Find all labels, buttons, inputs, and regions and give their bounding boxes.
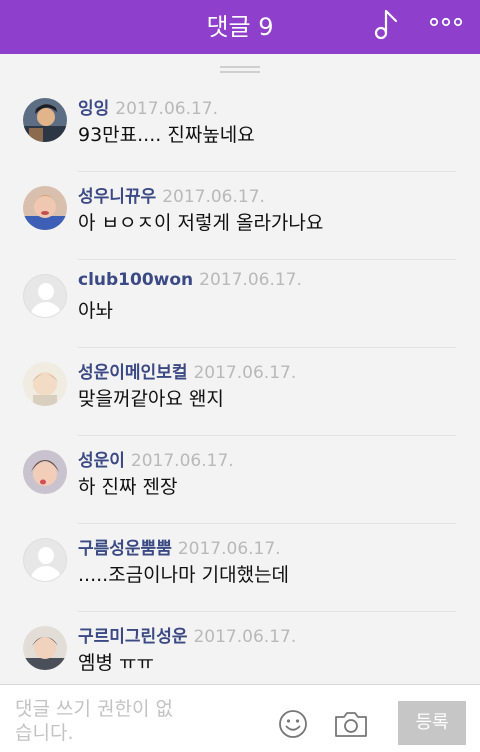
header-bar: 댓글 9: [0, 0, 480, 54]
comment-author[interactable]: 잉잉: [78, 99, 109, 119]
comment-text: 아 ㅂㅇㅈ이 저렇게 올라가나요: [78, 212, 324, 234]
comment-date: 2017.06.17.: [199, 270, 302, 290]
comment-input[interactable]: 댓글 쓰기 권한이 없습니다.: [15, 697, 175, 745]
camera-icon[interactable]: [334, 710, 368, 738]
comment-text: 맞을꺼같아요 왠지: [78, 388, 224, 410]
comment-text: 옘병 ㅠㅠ: [78, 652, 154, 674]
comment-author[interactable]: club100won: [78, 270, 193, 290]
comment-date: 2017.06.17.: [162, 187, 265, 207]
comment-item: 성우니뀨우 2017.06.17. 아 ㅂㅇㅈ이 저렇게 올라가나요: [0, 172, 480, 260]
avatar[interactable]: [23, 362, 67, 406]
comment-author[interactable]: 성운이메인보컬: [78, 363, 187, 383]
comment-text: 하 진짜 젠장: [78, 476, 178, 498]
comment-text: .....조금이나마 기대했는데: [78, 564, 290, 586]
avatar[interactable]: [23, 450, 67, 494]
comment-author[interactable]: 성운이: [78, 451, 125, 471]
comment-date: 2017.06.17.: [115, 99, 219, 119]
comment-author[interactable]: 구름성운뿜뿜: [78, 539, 172, 559]
comment-input-bar: 댓글 쓰기 권한이 없습니다. 등록: [0, 684, 480, 752]
submit-button[interactable]: 등록: [398, 701, 466, 745]
avatar[interactable]: [23, 186, 67, 230]
avatar[interactable]: [23, 98, 67, 142]
default-avatar-icon[interactable]: [23, 538, 67, 582]
comment-item: club100won 2017.06.17. 아놔: [0, 260, 480, 348]
avatar[interactable]: [23, 626, 67, 670]
comment-item: 구름성운뿜뿜 2017.06.17. .....조금이나마 기대했는데: [0, 524, 480, 612]
smiley-icon[interactable]: [278, 709, 308, 739]
drag-handle[interactable]: [220, 66, 260, 76]
comment-author[interactable]: 구르미그린성운: [78, 627, 187, 647]
comment-item: 잉잉 2017.06.17. 93만표.... 진짜높네요: [0, 84, 480, 172]
comment-text: 93만표.... 진짜높네요: [78, 124, 255, 146]
comment-text: 아놔: [78, 300, 113, 322]
comment-date: 2017.06.17.: [193, 627, 297, 647]
comment-date: 2017.06.17.: [193, 363, 297, 383]
comment-item: 성운이메인보컬 2017.06.17. 맞을꺼같아요 왠지: [0, 348, 480, 436]
comment-date: 2017.06.17.: [130, 451, 234, 471]
music-note-icon[interactable]: [372, 8, 402, 40]
comment-date: 2017.06.17.: [177, 539, 281, 559]
comment-author[interactable]: 성우니뀨우: [78, 187, 156, 207]
default-avatar-icon[interactable]: [23, 274, 67, 318]
comment-item: 성운이 2017.06.17. 하 진짜 젠장: [0, 436, 480, 524]
page-title: 댓글 9: [206, 13, 274, 41]
more-dots-icon[interactable]: [428, 14, 464, 30]
